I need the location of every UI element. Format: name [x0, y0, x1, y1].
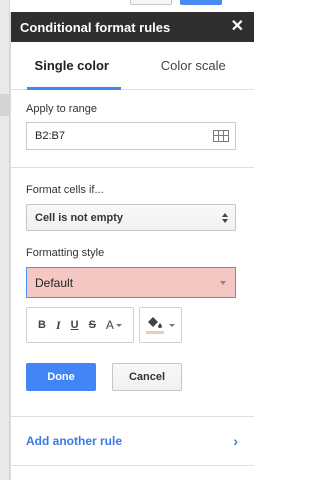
- action-buttons: Done Cancel: [26, 363, 236, 391]
- add-another-rule-link[interactable]: Add another rule ›: [11, 417, 254, 465]
- condition-selected: Cell is not empty: [35, 211, 124, 224]
- grid-select-icon[interactable]: [213, 130, 229, 142]
- style-section: Formatting style Default B I U S A Done …: [11, 231, 254, 391]
- tab-single-color[interactable]: Single color: [11, 42, 133, 90]
- conditional-format-panel: Conditional format rules ✕ Single color …: [10, 12, 254, 480]
- row-header-selected: [0, 94, 10, 116]
- fill-color-button[interactable]: [145, 316, 164, 334]
- chevron-down-icon: [115, 324, 122, 328]
- done-button[interactable]: Done: [26, 363, 96, 391]
- strikethrough-button[interactable]: S: [89, 319, 96, 331]
- range-section: Apply to range B2:B7: [11, 90, 254, 167]
- updown-arrows-icon: [222, 212, 228, 223]
- sheet-row-gutter: [0, 0, 10, 480]
- chevron-down-icon[interactable]: [168, 323, 175, 327]
- range-value[interactable]: B2:B7: [35, 130, 213, 142]
- range-label: Apply to range: [26, 103, 97, 115]
- dropdown-arrow-icon: [220, 280, 226, 285]
- panel-title: Conditional format rules: [20, 19, 171, 35]
- range-input[interactable]: B2:B7: [26, 122, 236, 150]
- text-color-label: A: [105, 318, 114, 332]
- formatting-style-select[interactable]: Default: [26, 267, 236, 298]
- condition-select[interactable]: Cell is not empty: [26, 204, 236, 231]
- fill-color-swatch: [145, 331, 164, 334]
- cancel-button[interactable]: Cancel: [112, 363, 182, 391]
- format-toolbar: B I U S A: [26, 307, 236, 343]
- condition-section: Format cells if... Cell is not empty: [11, 168, 254, 231]
- fill-color-group: [138, 307, 182, 343]
- text-format-group: B I U S A: [26, 307, 134, 343]
- style-selected: Default: [35, 275, 74, 290]
- bold-button[interactable]: B: [38, 319, 46, 331]
- toolbar-button-edge[interactable]: [130, 0, 172, 5]
- text-color-button[interactable]: A: [106, 318, 122, 332]
- toolbar-primary-button-edge[interactable]: [180, 0, 222, 5]
- style-label: Formatting style: [26, 247, 105, 259]
- condition-label: Format cells if...: [26, 184, 104, 196]
- close-icon[interactable]: ✕: [231, 19, 244, 35]
- section-divider: [11, 465, 254, 466]
- chevron-right-icon: ›: [233, 433, 238, 449]
- paint-bucket-icon: [147, 317, 162, 328]
- underline-button[interactable]: U: [71, 319, 79, 331]
- italic-button[interactable]: I: [56, 318, 61, 333]
- panel-header: Conditional format rules ✕: [11, 12, 254, 42]
- toolbar-strip: [10, 0, 254, 12]
- tab-color-scale[interactable]: Color scale: [133, 42, 255, 89]
- add-rule-label: Add another rule: [26, 434, 123, 448]
- tab-bar: Single color Color scale: [11, 42, 254, 90]
